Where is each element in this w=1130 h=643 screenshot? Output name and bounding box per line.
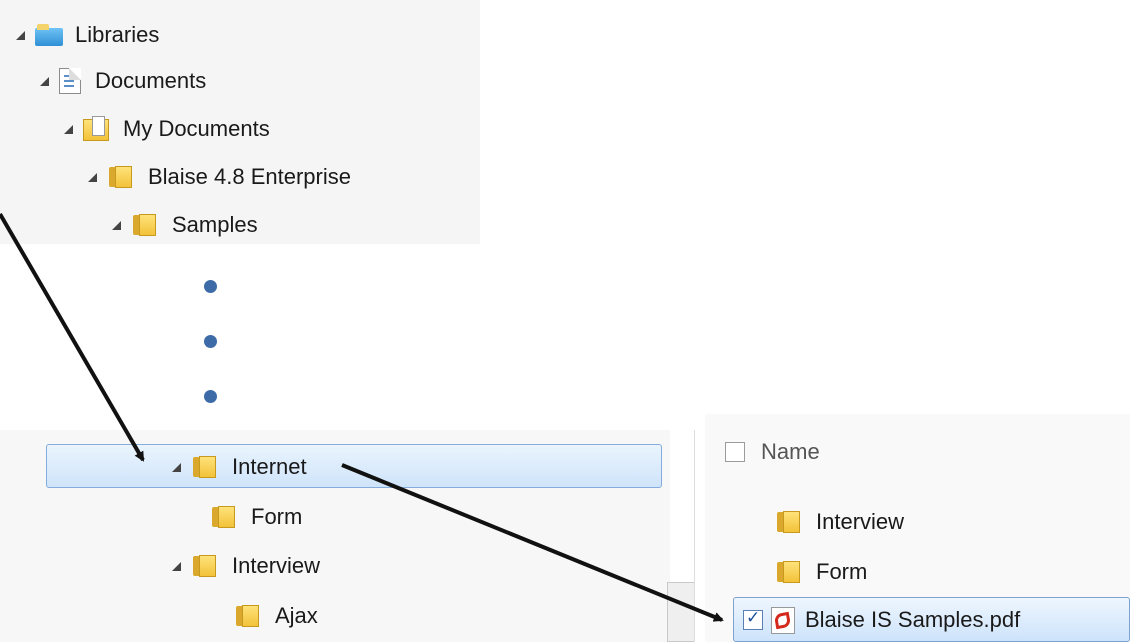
arrow-to-pdf-file xyxy=(341,463,724,622)
arrow-to-internet-folder xyxy=(0,212,145,462)
annotation-arrows xyxy=(0,212,724,622)
